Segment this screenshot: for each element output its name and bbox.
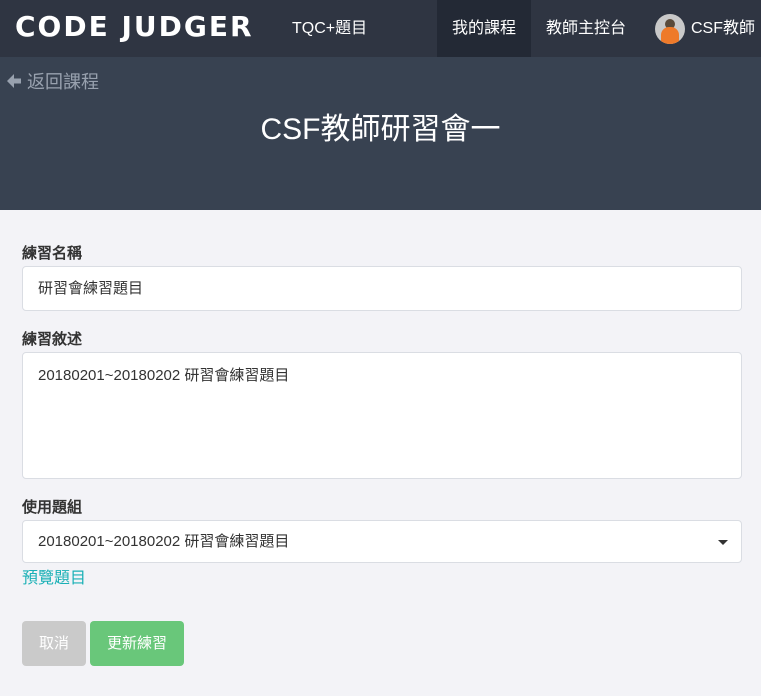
nav-tqc-link[interactable]: TQC+題目 bbox=[277, 0, 382, 57]
user-menu[interactable]: CSF教師 bbox=[655, 0, 755, 57]
exercise-name-input[interactable]: 研習會練習題目 bbox=[22, 266, 742, 311]
back-to-course-link[interactable]: 返回課程 bbox=[6, 68, 99, 94]
exercise-desc-textarea[interactable]: 20180201~20180202 研習會練習題目 bbox=[22, 352, 742, 479]
exercise-name-label: 練習名稱 bbox=[22, 245, 83, 262]
arrow-left-icon bbox=[7, 74, 21, 88]
nav-teacher-console[interactable]: 教師主控台 bbox=[531, 0, 641, 57]
nav-my-courses[interactable]: 我的課程 bbox=[437, 0, 531, 57]
preview-questions-link[interactable]: 預覽題目 bbox=[22, 564, 86, 588]
course-header: 返回課程 CSF教師研習會一 bbox=[0, 57, 761, 210]
back-label: 返回課程 bbox=[27, 72, 99, 92]
top-navbar: CODE JUDGER TQC+題目 我的課程 教師主控台 CSF教師 bbox=[0, 0, 761, 57]
question-group-label: 使用題組 bbox=[22, 499, 83, 516]
caret-down-icon bbox=[718, 540, 728, 545]
question-group-value: 20180201~20180202 研習會練習題目 bbox=[38, 533, 290, 550]
page-title: CSF教師研習會一 bbox=[260, 113, 501, 146]
update-exercise-button[interactable]: 更新練習 bbox=[90, 621, 184, 666]
avatar bbox=[655, 13, 685, 44]
question-group-select[interactable]: 20180201~20180202 研習會練習題目 bbox=[22, 520, 742, 563]
user-name: CSF教師 bbox=[691, 20, 756, 37]
exercise-desc-label: 練習敘述 bbox=[22, 331, 83, 348]
cancel-button[interactable]: 取消 bbox=[22, 621, 86, 666]
brand-logo[interactable]: CODE JUDGER bbox=[15, 9, 254, 45]
